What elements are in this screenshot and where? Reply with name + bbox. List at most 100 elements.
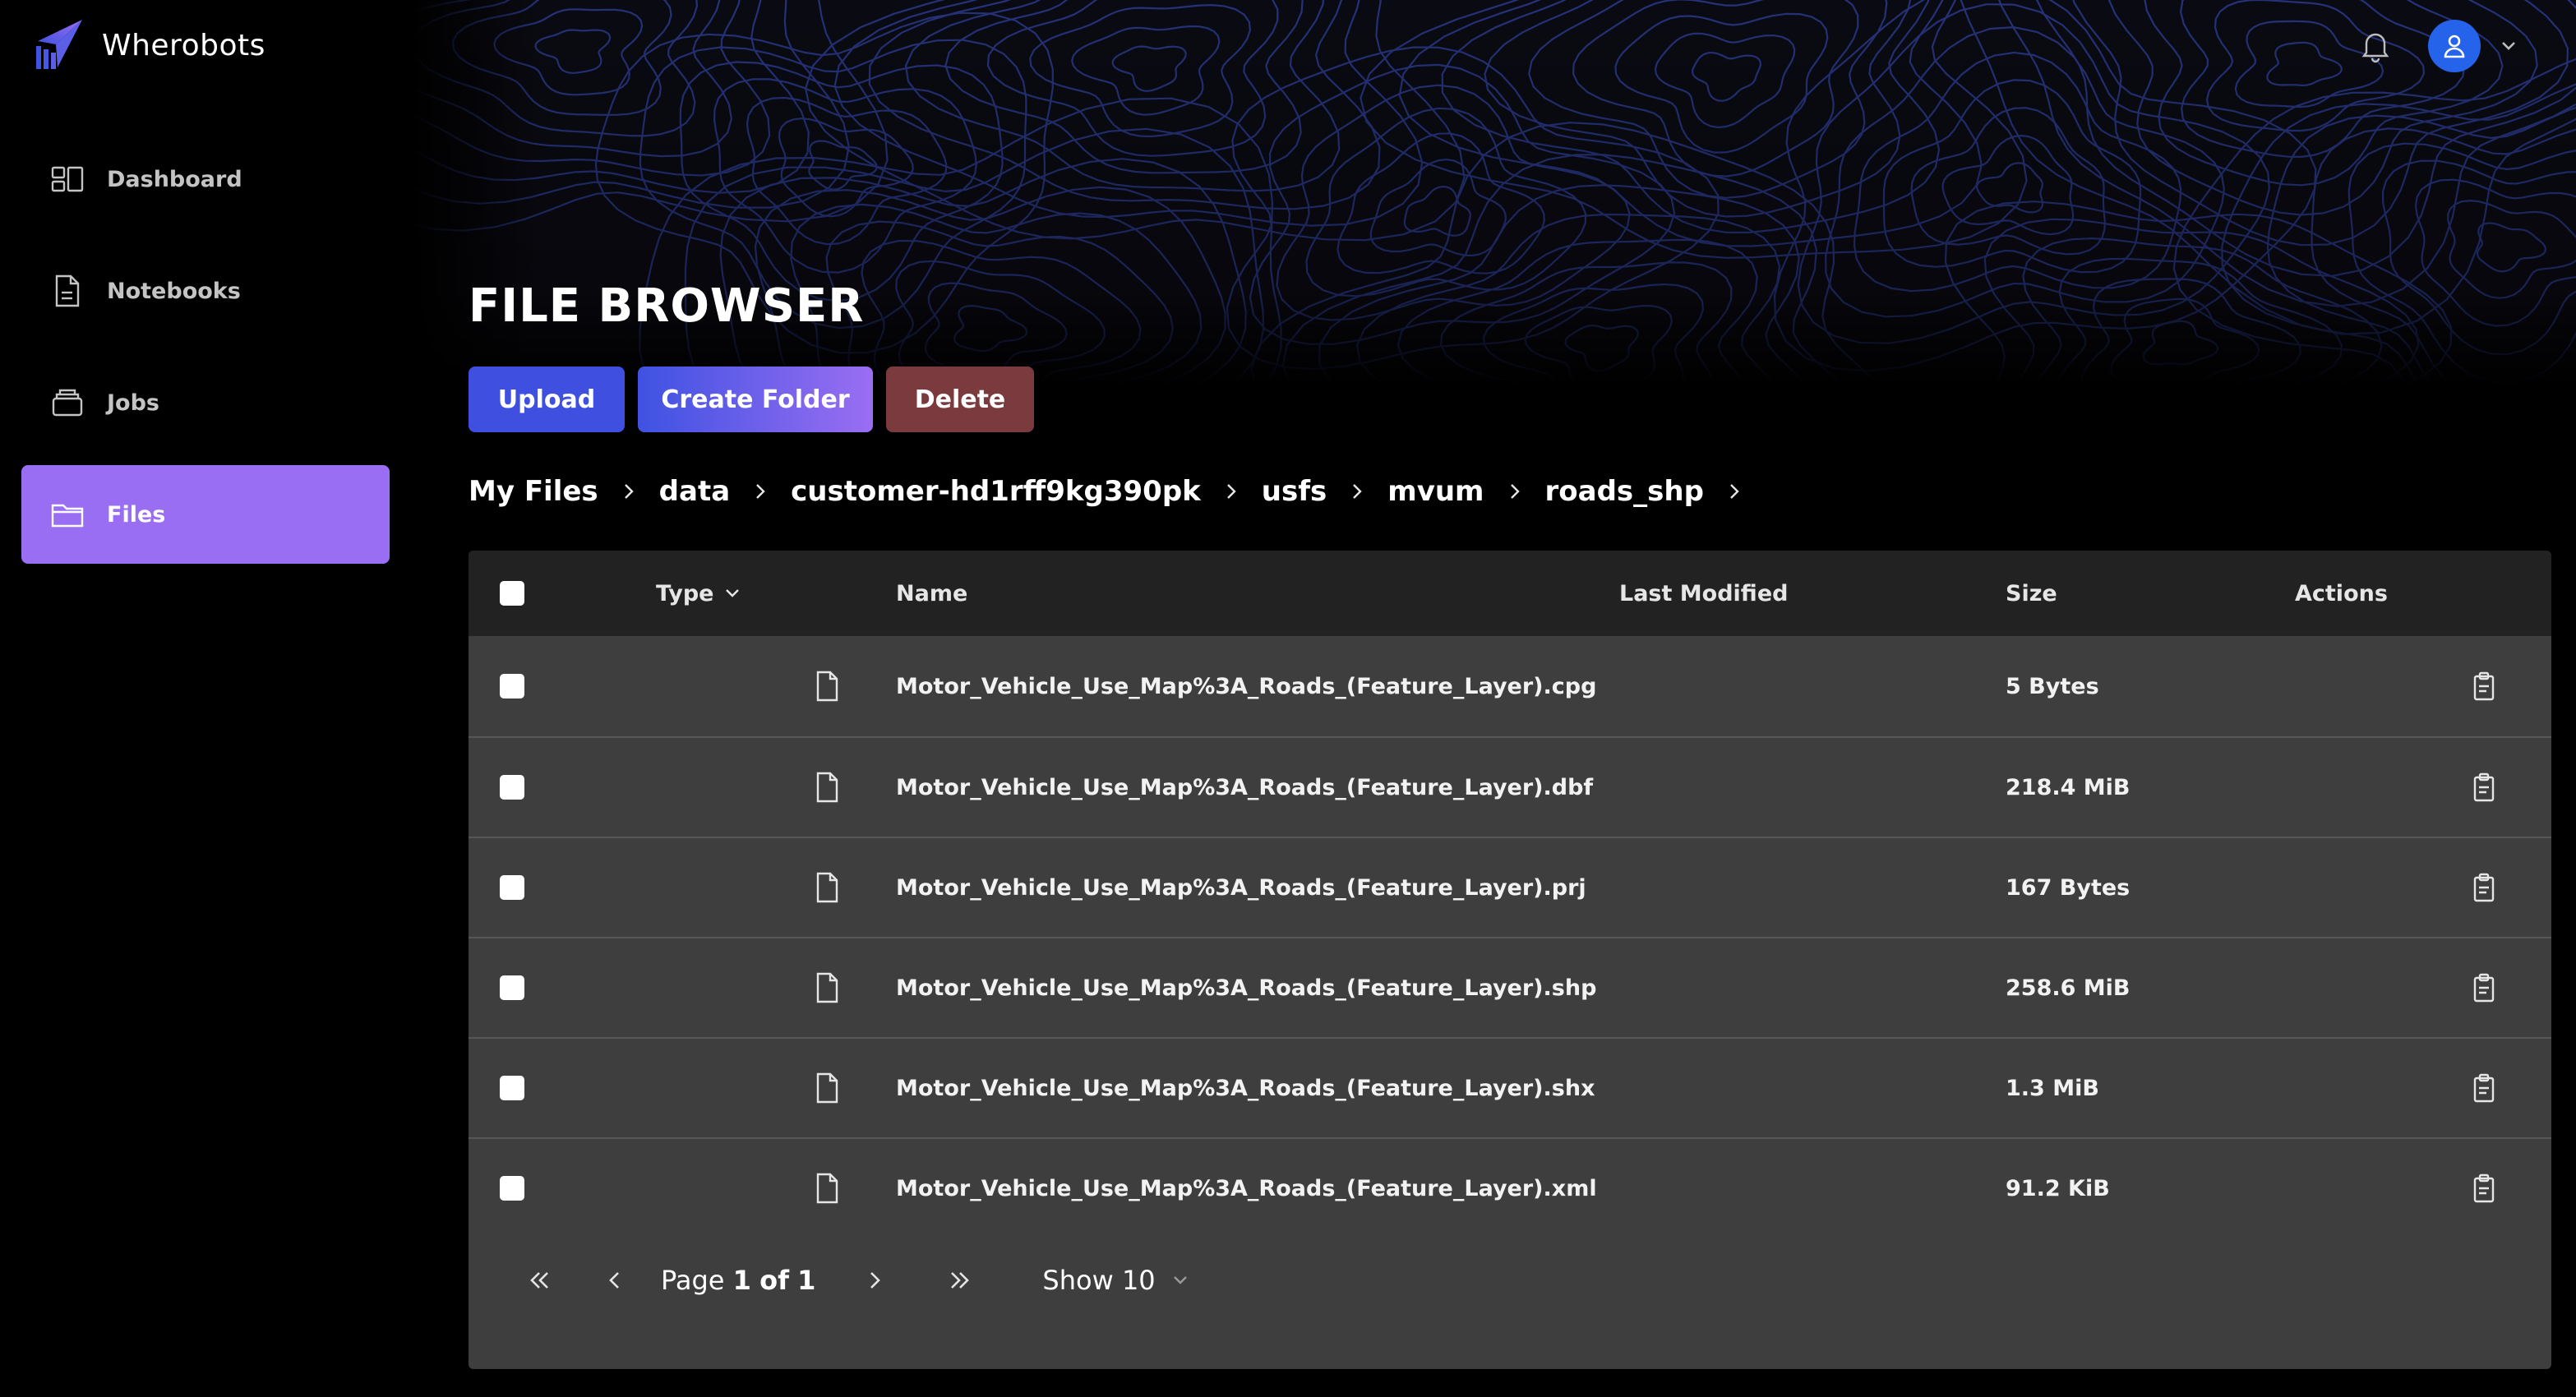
breadcrumb: My Files data customer-hd1rff9kg390pk usfs m…	[469, 465, 1765, 518]
row-checkbox[interactable]	[500, 1076, 524, 1100]
last-page-icon[interactable]	[944, 1264, 976, 1297]
sidebar-nav: Dashboard Notebooks Jobs Files	[21, 130, 390, 577]
column-header-label: Type	[656, 580, 714, 606]
pagination: Page 1 of 1 Show 10	[469, 1239, 2551, 1321]
copy-path-icon[interactable]	[2468, 1072, 2500, 1104]
sidebar-item-label: Dashboard	[107, 166, 242, 192]
column-header-type[interactable]: Type	[656, 551, 743, 636]
row-select-cell	[500, 1139, 524, 1238]
chevron-right-icon	[1353, 484, 1362, 499]
brand[interactable]: Wherobots	[33, 16, 265, 74]
create-folder-button[interactable]: Create Folder	[638, 367, 873, 432]
file-icon	[816, 872, 838, 903]
actions-cell	[2468, 838, 2500, 937]
file-icon	[816, 972, 838, 1003]
column-header-actions: Actions	[2295, 580, 2388, 606]
row-select-cell	[500, 636, 524, 736]
row-checkbox[interactable]	[500, 1176, 524, 1201]
type-cell	[812, 1039, 842, 1137]
breadcrumb-item[interactable]: roads_shp	[1545, 475, 1704, 508]
table-row[interactable]: Motor_Vehicle_Use_Map%3A_Roads_(Feature_…	[469, 1037, 2551, 1137]
file-name[interactable]: Motor_Vehicle_Use_Map%3A_Roads_(Feature_…	[896, 738, 1593, 837]
file-icon	[816, 671, 838, 702]
sidebar-item-jobs[interactable]: Jobs	[21, 353, 390, 452]
file-icon	[816, 1072, 838, 1104]
sidebar-item-notebooks[interactable]: Notebooks	[21, 242, 390, 340]
column-header-name: Name	[896, 580, 968, 606]
file-name[interactable]: Motor_Vehicle_Use_Map%3A_Roads_(Feature_…	[896, 838, 1586, 937]
next-page-icon[interactable]	[858, 1264, 891, 1297]
previous-page-icon[interactable]	[598, 1264, 631, 1297]
page-title: FILE BROWSER	[469, 279, 865, 333]
bell-icon[interactable]	[2357, 28, 2394, 64]
table-header: Type Name Last Modified Size Actions	[469, 551, 2551, 636]
breadcrumb-item[interactable]: My Files	[469, 475, 598, 508]
copy-path-icon[interactable]	[2468, 871, 2500, 904]
table-row[interactable]: Motor_Vehicle_Use_Map%3A_Roads_(Feature_…	[469, 837, 2551, 937]
file-name[interactable]: Motor_Vehicle_Use_Map%3A_Roads_(Feature_…	[896, 1039, 1595, 1137]
actions-cell	[2468, 1139, 2500, 1238]
breadcrumb-item[interactable]: usfs	[1262, 475, 1327, 508]
file-size: 167 Bytes	[2006, 874, 2131, 901]
file-size: 1.3 MiB	[2006, 1075, 2099, 1101]
copy-path-icon[interactable]	[2468, 771, 2500, 804]
select-all-cell	[500, 551, 524, 636]
column-header-last-modified: Last Modified	[1619, 580, 1789, 606]
type-cell	[812, 938, 842, 1037]
notebook-icon	[55, 274, 80, 307]
sidebar-item-files[interactable]: Files	[21, 465, 390, 564]
chevron-right-icon	[756, 484, 765, 499]
main-content: FILE BROWSER Upload Create Folder Delete…	[411, 0, 2576, 1397]
type-cell	[812, 838, 842, 937]
row-checkbox[interactable]	[500, 674, 524, 698]
copy-path-icon[interactable]	[2468, 1172, 2500, 1205]
first-page-icon[interactable]	[523, 1264, 556, 1297]
chevron-right-icon	[1730, 484, 1739, 499]
actions-cell	[2468, 738, 2500, 837]
brand-name: Wherobots	[102, 28, 265, 62]
topbar-actions	[2357, 16, 2520, 76]
jobs-icon	[52, 389, 83, 417]
type-cell	[812, 636, 842, 736]
table-row[interactable]: Motor_Vehicle_Use_Map%3A_Roads_(Feature_…	[469, 937, 2551, 1037]
file-name[interactable]: Motor_Vehicle_Use_Map%3A_Roads_(Feature_…	[896, 636, 1596, 736]
chevron-right-icon	[624, 484, 634, 499]
table-row[interactable]: Motor_Vehicle_Use_Map%3A_Roads_(Feature_…	[469, 636, 2551, 736]
upload-button[interactable]: Upload	[469, 367, 625, 432]
type-cell	[812, 1139, 842, 1238]
total-pages: 1	[797, 1265, 816, 1296]
actions-cell	[2468, 636, 2500, 736]
chevron-right-icon	[1226, 484, 1236, 499]
app-root: Wherobots Dashboard Notebooks Jobs Files…	[0, 0, 2576, 1397]
breadcrumb-item[interactable]: mvum	[1387, 475, 1484, 508]
row-checkbox[interactable]	[500, 875, 524, 900]
file-name[interactable]: Motor_Vehicle_Use_Map%3A_Roads_(Feature_…	[896, 1139, 1597, 1238]
delete-button[interactable]: Delete	[886, 367, 1034, 432]
copy-path-icon[interactable]	[2468, 971, 2500, 1004]
select-all-checkbox[interactable]	[500, 581, 524, 606]
file-name[interactable]: Motor_Vehicle_Use_Map%3A_Roads_(Feature_…	[896, 938, 1596, 1037]
page-size-select[interactable]: Show 10	[1042, 1265, 1191, 1296]
table-row[interactable]: Motor_Vehicle_Use_Map%3A_Roads_(Feature_…	[469, 1137, 2551, 1238]
current-page: 1	[732, 1265, 751, 1296]
row-checkbox[interactable]	[500, 975, 524, 1000]
table-row[interactable]: Motor_Vehicle_Use_Map%3A_Roads_(Feature_…	[469, 736, 2551, 837]
folder-icon	[51, 504, 84, 528]
page-size-label: Show 10	[1042, 1265, 1156, 1296]
table-body: Motor_Vehicle_Use_Map%3A_Roads_(Feature_…	[469, 636, 2551, 1238]
sidebar-item-label: Files	[107, 501, 166, 528]
sidebar-item-label: Notebooks	[107, 278, 241, 304]
row-checkbox[interactable]	[500, 775, 524, 800]
breadcrumb-item[interactable]: data	[659, 475, 730, 508]
breadcrumb-item[interactable]: customer-hd1rff9kg390pk	[791, 475, 1201, 508]
user-avatar[interactable]	[2428, 20, 2481, 72]
file-table: Type Name Last Modified Size Actions Mot…	[469, 551, 2551, 1369]
actions-cell	[2468, 938, 2500, 1037]
row-select-cell	[500, 738, 524, 837]
type-cell	[812, 738, 842, 837]
chevron-down-icon	[726, 589, 740, 597]
chevron-down-icon[interactable]	[2497, 35, 2520, 58]
copy-path-icon[interactable]	[2468, 670, 2500, 703]
chevron-down-icon	[1173, 1276, 1187, 1284]
sidebar-item-dashboard[interactable]: Dashboard	[21, 130, 390, 228]
